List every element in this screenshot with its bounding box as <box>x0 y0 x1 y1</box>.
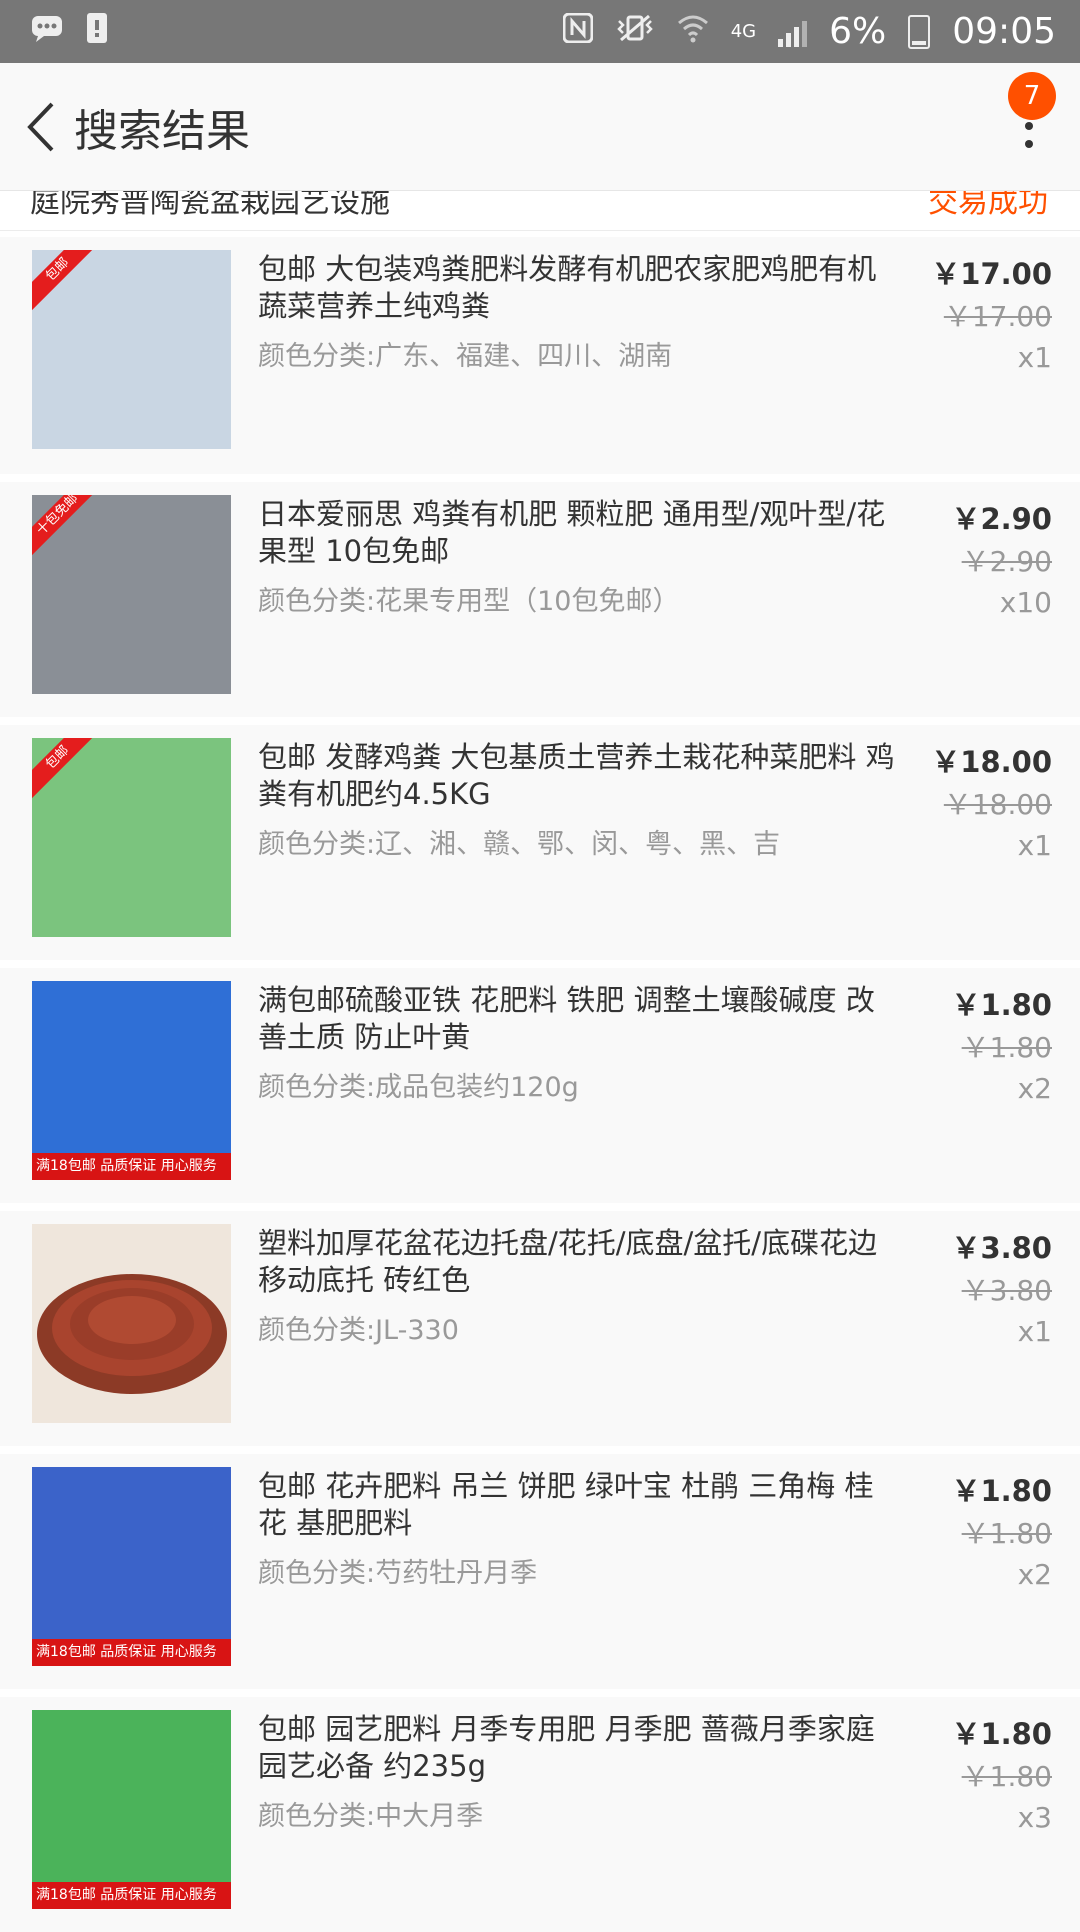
quantity: x1 <box>1017 829 1052 862</box>
original-price: ￥17.00 <box>943 300 1052 333</box>
product-price: ￥1.80 <box>951 1717 1052 1751</box>
product-variant: 颜色分类:中大月季 <box>258 1801 484 1832</box>
product-title: 满包邮硫酸亚铁 花肥料 铁肥 调整土壤酸碱度 改善土质 防止叶黄 <box>258 983 875 1054</box>
list-item[interactable]: 塑料加厚花盆花边托盘/花托/底盘/盆托/底碟花边移动底托 砖红色 颜色分类:JL… <box>0 1203 1080 1446</box>
product-price: ￥18.00 <box>931 745 1052 779</box>
product-price: ￥2.90 <box>951 502 1052 536</box>
list-item[interactable]: 十包免邮 日本爱丽思 鸡粪有机肥 颗粒肥 通用型/观叶型/花果型 10包免邮 颜… <box>0 474 1080 717</box>
product-price: ￥3.80 <box>951 1231 1052 1265</box>
order-item-list: 包邮 包邮 大包装鸡粪肥料发酵有机肥农家肥鸡肥有机蔬菜营养土纯鸡粪 颜色分类:广… <box>0 231 1080 1932</box>
product-price: ￥17.00 <box>931 257 1052 291</box>
back-arrow-icon <box>27 102 54 151</box>
original-price: ￥3.80 <box>961 1274 1052 1307</box>
battery-icon <box>908 14 931 49</box>
quantity: x1 <box>1017 341 1052 374</box>
product-title: 包邮 花卉肥料 吊兰 饼肥 绿叶宝 杜鹃 三角梅 桂花 基肥肥料 <box>258 1469 874 1540</box>
order-status: 交易成功 <box>928 191 1048 220</box>
promo-tag: 包邮 <box>32 738 108 808</box>
list-item[interactable]: 满18包邮 品质保证 用心服务 包邮 园艺肥料 月季专用肥 月季肥 蔷薇月季家庭… <box>0 1689 1080 1932</box>
list-item[interactable]: 满18包邮 品质保证 用心服务 包邮 花卉肥料 吊兰 饼肥 绿叶宝 杜鹃 三角梅… <box>0 1446 1080 1689</box>
product-thumbnail[interactable]: 满18包邮 品质保证 用心服务 <box>32 1710 231 1909</box>
product-thumbnail[interactable]: 满18包邮 品质保证 用心服务 <box>32 981 231 1180</box>
original-price: ￥18.00 <box>943 788 1052 821</box>
battery-percent: 6% <box>829 11 887 52</box>
original-price: ￥1.80 <box>961 1760 1052 1793</box>
back-button[interactable] <box>12 98 70 156</box>
promo-strip: 满18包邮 品质保证 用心服务 <box>32 1639 231 1666</box>
network-type-label: 4G <box>730 21 757 42</box>
product-variant: 颜色分类:JL-330 <box>258 1315 459 1346</box>
product-title: 塑料加厚花盆花边托盘/花托/底盘/盆托/底碟花边移动底托 砖红色 <box>258 1226 878 1297</box>
product-thumbnail[interactable]: 十包免邮 <box>32 495 231 694</box>
nfc-icon <box>562 12 594 51</box>
vibrate-mute-icon <box>615 13 655 51</box>
quantity: x3 <box>1017 1801 1052 1834</box>
product-thumbnail[interactable] <box>32 1224 231 1423</box>
product-thumbnail[interactable]: 包邮 <box>32 738 231 937</box>
product-title: 包邮 发酵鸡粪 大包基质土营养土栽花种菜肥料 鸡粪有机肥约4.5KG <box>258 740 895 811</box>
product-thumbnail[interactable]: 满18包邮 品质保证 用心服务 <box>32 1467 231 1666</box>
status-bar: 4G 6% 09:05 <box>0 0 1080 63</box>
product-variant: 颜色分类:花果专用型（10包免邮） <box>258 586 680 617</box>
page-title: 搜索结果 <box>74 105 250 157</box>
original-price: ￥1.80 <box>961 1517 1052 1550</box>
app-header: 搜索结果 <box>0 63 1080 191</box>
list-item[interactable]: 包邮 包邮 大包装鸡粪肥料发酵有机肥农家肥鸡肥有机蔬菜营养土纯鸡粪 颜色分类:广… <box>0 231 1080 474</box>
messenger-notification-icon <box>30 13 64 51</box>
promo-strip: 满18包邮 品质保证 用心服务 <box>32 1153 231 1180</box>
wifi-icon <box>677 13 709 51</box>
product-variant: 颜色分类:辽、湘、赣、鄂、闵、粤、黑、吉 <box>258 829 781 860</box>
product-title: 包邮 大包装鸡粪肥料发酵有机肥农家肥鸡肥有机蔬菜营养土纯鸡粪 <box>258 252 877 323</box>
notification-badge[interactable]: 7 <box>1008 72 1056 120</box>
promo-strip: 满18包邮 品质保证 用心服务 <box>32 1882 231 1909</box>
original-price: ￥2.90 <box>961 545 1052 578</box>
sim-notification-icon <box>86 12 108 52</box>
quantity: x2 <box>1017 1558 1052 1591</box>
list-item[interactable]: 包邮 包邮 发酵鸡粪 大包基质土营养土栽花种菜肥料 鸡粪有机肥约4.5KG 颜色… <box>0 717 1080 960</box>
quantity: x2 <box>1017 1072 1052 1105</box>
clock: 09:05 <box>952 11 1056 52</box>
promo-tag: 包邮 <box>32 250 108 320</box>
product-title: 日本爱丽思 鸡粪有机肥 颗粒肥 通用型/观叶型/花果型 10包免邮 <box>258 497 886 568</box>
product-thumbnail[interactable]: 包邮 <box>32 250 231 449</box>
product-price: ￥1.80 <box>951 988 1052 1022</box>
plant-saucer-image <box>37 1274 227 1394</box>
product-variant: 颜色分类:芍药牡丹月季 <box>258 1558 538 1589</box>
product-price: ￥1.80 <box>951 1474 1052 1508</box>
order-header-row[interactable]: 庭院秀普陶瓷盆栽园艺设施 交易成功 <box>0 191 1080 231</box>
product-title: 包邮 园艺肥料 月季专用肥 月季肥 蔷薇月季家庭园艺必备 约235g <box>258 1712 875 1783</box>
product-variant: 颜色分类:广东、福建、四川、湖南 <box>258 341 673 372</box>
quantity: x1 <box>1017 1315 1052 1348</box>
shop-name: 庭院秀普陶瓷盆栽园艺设施 <box>30 191 390 220</box>
signal-strength-icon <box>778 17 808 47</box>
promo-tag: 十包免邮 <box>32 495 108 565</box>
list-item[interactable]: 满18包邮 品质保证 用心服务 满包邮硫酸亚铁 花肥料 铁肥 调整土壤酸碱度 改… <box>0 960 1080 1203</box>
original-price: ￥1.80 <box>961 1031 1052 1064</box>
product-variant: 颜色分类:成品包装约120g <box>258 1072 579 1103</box>
quantity: x10 <box>999 586 1052 619</box>
